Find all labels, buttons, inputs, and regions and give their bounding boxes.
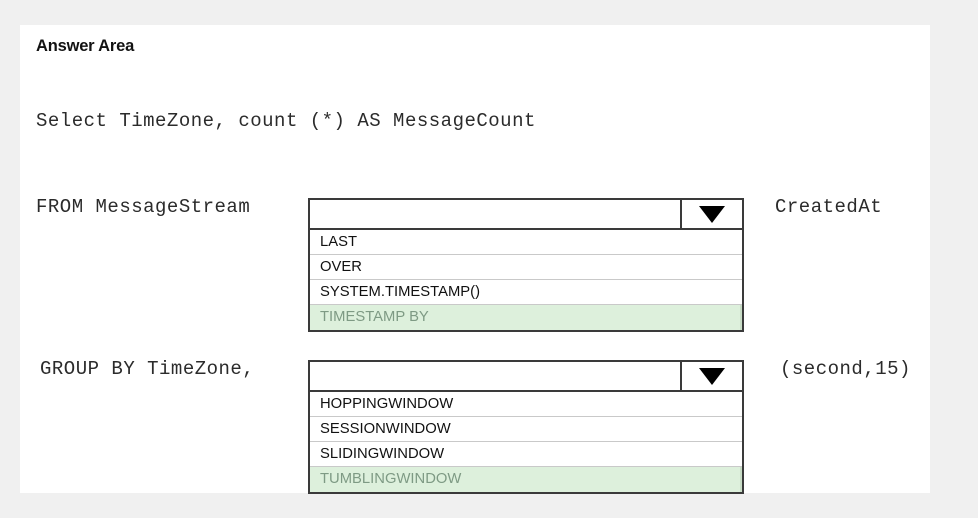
row-label-group-by: GROUP BY TimeZone, xyxy=(40,358,255,380)
combobox-from-option-list[interactable]: LAST OVER SYSTEM.TIMESTAMP() TIMESTAMP B… xyxy=(308,230,744,332)
page-title: Answer Area xyxy=(36,37,135,55)
combobox-from[interactable] xyxy=(308,198,744,230)
combobox-from-option-last[interactable]: LAST xyxy=(310,230,742,255)
combobox-from-toggle-button[interactable] xyxy=(680,200,742,228)
combobox-from-value[interactable] xyxy=(310,200,680,228)
chevron-down-icon xyxy=(699,367,725,385)
dropdown-group-by-clause[interactable]: HOPPINGWINDOW SESSIONWINDOW SLIDINGWINDO… xyxy=(308,360,744,494)
query-row-group-by: GROUP BY TimeZone, HOPPINGWINDOW SESSION… xyxy=(20,332,930,494)
combobox-group-by[interactable] xyxy=(308,360,744,392)
combobox-group-by-value[interactable] xyxy=(310,362,680,390)
combobox-group-by-option-list[interactable]: HOPPINGWINDOW SESSIONWINDOW SLIDINGWINDO… xyxy=(308,392,744,494)
combobox-from-option-system-timestamp[interactable]: SYSTEM.TIMESTAMP() xyxy=(310,280,742,305)
combobox-group-by-toggle-button[interactable] xyxy=(680,362,742,390)
row-suffix-second-15: (second,15) xyxy=(780,358,911,380)
row-label-from: FROM MessageStream xyxy=(36,196,251,218)
dropdown-from-clause[interactable]: LAST OVER SYSTEM.TIMESTAMP() TIMESTAMP B… xyxy=(308,198,744,332)
combobox-group-by-option-slidingwindow[interactable]: SLIDINGWINDOW xyxy=(310,442,742,467)
combobox-group-by-option-sessionwindow[interactable]: SESSIONWINDOW xyxy=(310,417,742,442)
select-statement-line: Select TimeZone, count (*) AS MessageCou… xyxy=(36,110,536,132)
query-row-from: FROM MessageStream LAST OVER SYSTEM.TIME… xyxy=(20,170,930,332)
chevron-down-icon xyxy=(699,205,725,223)
combobox-group-by-option-hoppingwindow[interactable]: HOPPINGWINDOW xyxy=(310,392,742,417)
combobox-from-option-over[interactable]: OVER xyxy=(310,255,742,280)
combobox-group-by-option-tumblingwindow[interactable]: TUMBLINGWINDOW xyxy=(310,467,742,492)
combobox-from-option-timestamp-by[interactable]: TIMESTAMP BY xyxy=(310,305,742,330)
answer-area-card: Answer Area Select TimeZone, count (*) A… xyxy=(20,25,930,494)
row-suffix-createdat: CreatedAt xyxy=(775,196,883,218)
